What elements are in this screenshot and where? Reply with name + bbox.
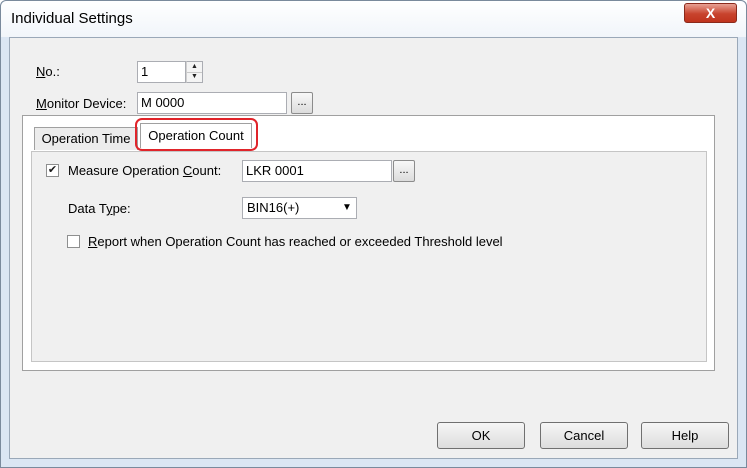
measure-operation-count-checkbox[interactable]: ✔ bbox=[46, 164, 59, 177]
monitor-device-label: Monitor Device: bbox=[36, 96, 127, 111]
title-bar[interactable]: Individual Settings X bbox=[1, 1, 746, 37]
data-type-label: Data Type: bbox=[68, 201, 131, 216]
measure-operation-count-input[interactable]: LKR 0001 bbox=[242, 160, 392, 182]
check-icon: ✔ bbox=[47, 164, 58, 176]
report-threshold-label: Report when Operation Count has reached … bbox=[88, 234, 503, 249]
monitor-device-browse-button[interactable]: ... bbox=[291, 92, 313, 114]
measure-browse-button[interactable]: ... bbox=[393, 160, 415, 182]
monitor-device-input[interactable]: M 0000 bbox=[137, 92, 287, 114]
tab-operation-count[interactable]: Operation Count bbox=[140, 123, 252, 148]
ok-button[interactable]: OK bbox=[437, 422, 525, 449]
cancel-button[interactable]: Cancel bbox=[540, 422, 628, 449]
data-type-select[interactable]: BIN16(+) ▼ bbox=[242, 197, 357, 219]
close-icon: X bbox=[705, 5, 716, 21]
dialog-window: Individual Settings X No.: 1 ▲ ▼ Monitor… bbox=[0, 0, 747, 468]
no-spinner[interactable]: ▲ ▼ bbox=[186, 61, 203, 83]
report-threshold-checkbox[interactable] bbox=[67, 235, 80, 248]
spin-down-icon[interactable]: ▼ bbox=[187, 72, 202, 82]
data-type-value: BIN16(+) bbox=[247, 200, 300, 215]
help-button[interactable]: Help bbox=[641, 422, 729, 449]
close-button[interactable]: X bbox=[684, 3, 737, 23]
no-input[interactable]: 1 bbox=[137, 61, 186, 83]
dropdown-arrow-icon[interactable]: ▼ bbox=[338, 198, 356, 218]
tab-operation-time[interactable]: Operation Time bbox=[34, 127, 138, 150]
no-label: No.: bbox=[36, 64, 60, 79]
measure-operation-count-label: Measure Operation Count: bbox=[68, 163, 222, 178]
operation-count-panel bbox=[31, 151, 707, 362]
dialog-title: Individual Settings bbox=[11, 10, 133, 27]
